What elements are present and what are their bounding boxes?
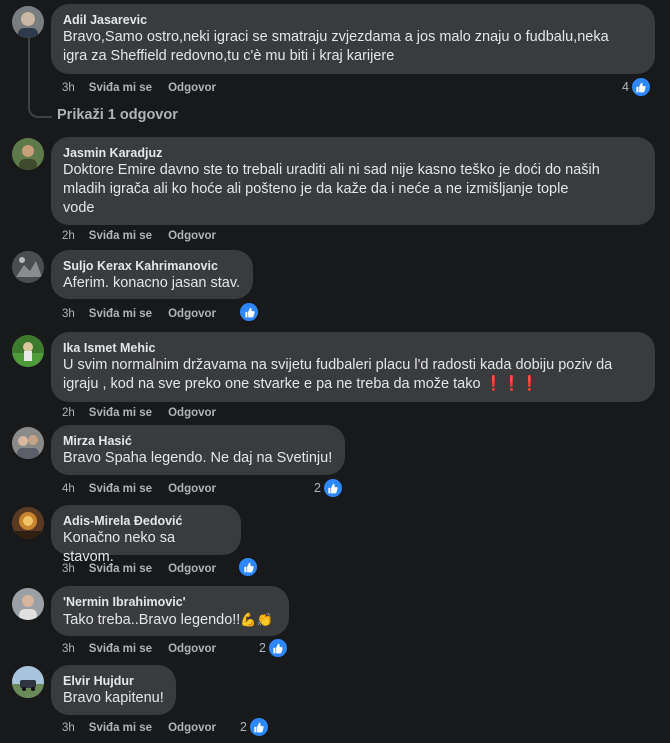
avatar[interactable] xyxy=(12,6,44,38)
reaction-summary[interactable] xyxy=(238,557,258,577)
like-icon xyxy=(322,478,343,498)
comment-author[interactable]: Jasmin Karadjuz xyxy=(63,145,643,161)
reply-button[interactable]: Odgovor xyxy=(168,481,216,497)
reaction-summary[interactable]: 2 xyxy=(314,478,343,498)
muscle-clap-emoji: 💪👏 xyxy=(240,612,273,627)
comment-actions: 2h Sviđa mi se Odgovor xyxy=(62,405,232,421)
comment-text: Bravo kapitenu! xyxy=(63,690,164,706)
like-button[interactable]: Sviđa mi se xyxy=(89,720,152,736)
comment-bubble: Elvir Hujdur Bravo kapitenu! xyxy=(51,665,176,715)
reply-button[interactable]: Odgovor xyxy=(168,80,216,96)
comment-bubble: Adil Jasarevic Bravo,Samo ostro,neki igr… xyxy=(51,4,655,74)
comment-author[interactable]: 'Nermin Ibrahimovic' xyxy=(63,594,277,610)
reply-button[interactable]: Odgovor xyxy=(168,306,216,322)
comment-bubble: Jasmin Karadjuz Doktore Emire davno ste … xyxy=(51,137,655,225)
reply-button[interactable]: Odgovor xyxy=(168,405,216,421)
reaction-summary[interactable] xyxy=(239,302,259,322)
comment-time[interactable]: 3h xyxy=(62,306,75,322)
reaction-count: 4 xyxy=(622,80,629,94)
comment-text-line: Tako treba..Bravo legendo!! xyxy=(63,612,241,628)
reaction-summary[interactable]: 2 xyxy=(259,638,288,658)
comment-time[interactable]: 2h xyxy=(62,228,75,244)
reply-button[interactable]: Odgovor xyxy=(168,228,216,244)
comment-text: vode xyxy=(63,200,95,216)
like-button[interactable]: Sviđa mi se xyxy=(89,80,152,96)
comment-actions: 2h Sviđa mi se Odgovor xyxy=(62,228,232,244)
like-icon xyxy=(239,302,259,322)
comment-text: Aferim. konacno jasan stav. xyxy=(63,275,241,291)
comment-actions: 4h Sviđa mi se Odgovor xyxy=(62,481,232,497)
avatar[interactable] xyxy=(12,507,44,539)
exclamation-emoji: ❗❗❗ xyxy=(484,376,539,392)
like-button[interactable]: Sviđa mi se xyxy=(89,306,152,322)
comment-time[interactable]: 2h xyxy=(62,405,75,421)
like-button[interactable]: Sviđa mi se xyxy=(89,561,152,577)
comment-text: igra za Sheffield redovno,tu c'è mu biti… xyxy=(63,48,395,64)
comment-text: igraju , kod na sve preko one stvarke e … xyxy=(63,375,643,394)
comment-text: Bravo Spaha legendo. Ne daj na Svetinju! xyxy=(63,450,333,466)
comment-author[interactable]: Suljo Kerax Kahrimanovic xyxy=(63,258,241,274)
reaction-count: 2 xyxy=(314,481,321,495)
comment-author[interactable]: Adis-Mirela Đedović xyxy=(63,513,229,529)
comment-author[interactable]: Elvir Hujdur xyxy=(63,673,164,689)
comment-actions: 3h Sviđa mi se Odgovor xyxy=(62,641,232,657)
reaction-summary[interactable]: 2 xyxy=(240,717,269,737)
comment-text: U svim normalnim državama na svijetu fud… xyxy=(63,357,613,373)
comment-text: Bravo,Samo ostro,neki igraci se smatraju… xyxy=(63,29,609,45)
thread-line xyxy=(28,38,30,100)
like-icon xyxy=(630,77,651,97)
like-icon xyxy=(248,717,269,737)
like-button[interactable]: Sviđa mi se xyxy=(89,481,152,497)
avatar[interactable] xyxy=(12,427,44,459)
reply-button[interactable]: Odgovor xyxy=(168,720,216,736)
like-icon xyxy=(267,638,288,658)
comment-actions: 3h Sviđa mi se Odgovor xyxy=(62,561,232,577)
comment-text: Doktore Emire davno ste to trebali uradi… xyxy=(63,162,600,178)
comment-text: Tako treba..Bravo legendo!!💪👏 xyxy=(63,610,277,630)
comment-time[interactable]: 3h xyxy=(62,641,75,657)
avatar[interactable] xyxy=(12,138,44,170)
reply-button[interactable]: Odgovor xyxy=(168,561,216,577)
avatar[interactable] xyxy=(12,335,44,367)
like-button[interactable]: Sviđa mi se xyxy=(89,405,152,421)
comment-time[interactable]: 4h xyxy=(62,481,75,497)
thread-hook xyxy=(28,98,52,118)
like-button[interactable]: Sviđa mi se xyxy=(89,228,152,244)
like-button[interactable]: Sviđa mi se xyxy=(89,641,152,657)
show-replies-link[interactable]: Prikaži 1 odgovor xyxy=(57,107,178,123)
comment-bubble: Suljo Kerax Kahrimanovic Aferim. konacno… xyxy=(51,250,253,299)
comment-time[interactable]: 3h xyxy=(62,720,75,736)
comment-author[interactable]: Adil Jasarevic xyxy=(63,12,643,28)
reaction-count: 2 xyxy=(240,720,247,734)
comment-actions: 3h Sviđa mi se Odgovor xyxy=(62,720,232,736)
like-icon xyxy=(238,557,258,577)
reaction-summary[interactable]: 4 xyxy=(622,77,651,97)
comment-text: mladih igrača ali ko hoće ali pošteno je… xyxy=(63,181,569,197)
comment-author[interactable]: Mirza Hasić xyxy=(63,433,333,449)
reaction-count: 2 xyxy=(259,641,266,655)
comment-bubble: Ika Ismet Mehic U svim normalnim državam… xyxy=(51,332,655,402)
comment-bubble: 'Nermin Ibrahimovic' Tako treba..Bravo l… xyxy=(51,586,289,636)
comment-bubble: Adis-Mirela Đedović Konačno neko sa stav… xyxy=(51,505,241,565)
comment-text-line: igraju , kod na sve preko one stvarke e … xyxy=(63,376,481,392)
comment-actions: 3h Sviđa mi se Odgovor xyxy=(62,80,232,96)
avatar[interactable] xyxy=(12,588,44,620)
reply-button[interactable]: Odgovor xyxy=(168,641,216,657)
comment-time[interactable]: 3h xyxy=(62,80,75,96)
comment-actions: 3h Sviđa mi se Odgovor xyxy=(62,306,232,322)
comment-time[interactable]: 3h xyxy=(62,561,75,577)
comment-author[interactable]: Ika Ismet Mehic xyxy=(63,340,643,356)
comment-bubble: Mirza Hasić Bravo Spaha legendo. Ne daj … xyxy=(51,425,345,475)
avatar[interactable] xyxy=(12,666,44,698)
avatar[interactable] xyxy=(12,251,44,283)
